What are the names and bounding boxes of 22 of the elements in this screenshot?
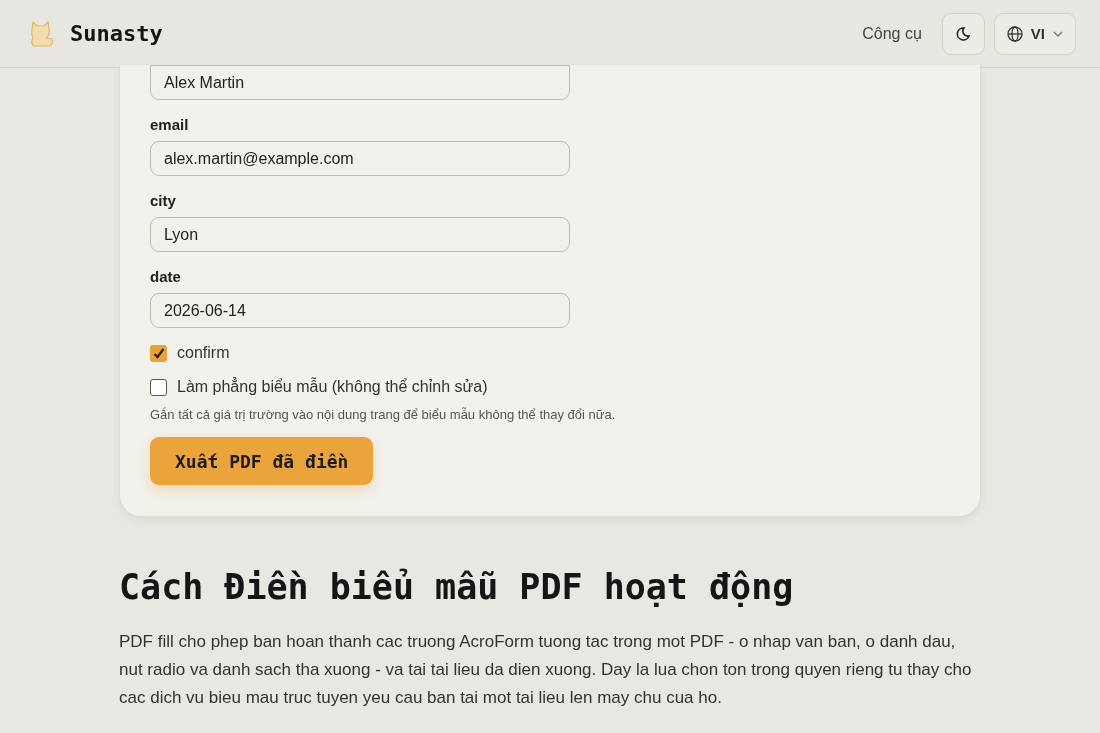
language-button[interactable]: VI	[993, 12, 1076, 55]
field-label: date	[150, 268, 181, 285]
hint-text: Gắn tất cả giá trị trường vào nội dung trang để biểu mẫu không thể thay đổi nữa.	[150, 407, 617, 422]
brand-name: Sunasty	[70, 21, 163, 46]
body-paragraph: PDF fill cho phep ban hoan thanh cac truong AcroForm tuong tac trong mot PDF - o nhap van ban, o danh dau, nut radio va danh sach tha xuong - va tai tai lieu da dien xuong. Day la lua chon ton trong quyen rieng tu thay cho cac dich vu bieu mau truc tuyen yeu cau ban tai mot tai lieu len may chu cua ho.	[119, 631, 973, 709]
text-field[interactable]: Alex Martin	[150, 65, 570, 100]
checkbox-label[interactable]: Làm phẳng biểu mẫu (không thể chỉnh sửa)	[177, 378, 488, 396]
text-field[interactable]: alex.martin@example.com	[150, 141, 570, 176]
section-heading: Cách Điền biểu mẫu PDF hoạt động	[119, 567, 795, 607]
export-button[interactable]: Xuất PDF đã điền	[150, 437, 374, 485]
checkbox-label[interactable]: confirm	[177, 344, 230, 362]
theme-toggle-button[interactable]	[941, 12, 985, 55]
chevron-down-icon	[1053, 30, 1063, 37]
moon-icon	[956, 26, 971, 41]
checkbox[interactable]	[150, 344, 167, 362]
tools-link[interactable]: Công cụ	[862, 24, 922, 43]
text-field[interactable]: Lyon	[150, 217, 570, 252]
text-field[interactable]: 2026-06-14	[150, 293, 570, 328]
globe-icon	[1006, 25, 1023, 42]
field-label: email	[150, 116, 189, 133]
field-label: city	[150, 192, 176, 209]
checkbox[interactable]	[150, 378, 167, 396]
